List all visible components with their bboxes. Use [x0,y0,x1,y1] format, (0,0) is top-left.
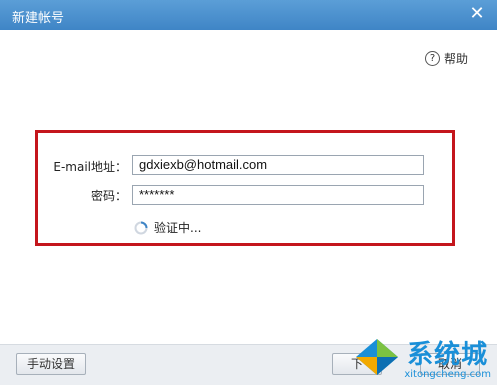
password-field[interactable]: ******* [132,185,424,205]
watermark-text-en: xitongcheng.com [404,369,491,380]
verifying-status: 验证中... [134,219,201,236]
watermark: 系统城 xitongcheng.com [354,334,491,380]
status-text: 验证中... [154,221,202,235]
title-bar: 新建帐号 ✕ [0,0,497,30]
help-link[interactable]: ? 帮助 [424,49,468,67]
manual-setup-button[interactable]: 手动设置 [16,353,86,375]
email-field[interactable]: gdxiexb@hotmail.com [132,155,424,175]
dialog-content: ? 帮助 E-mail地址： gdxiexb@hotmail.com 密码： *… [5,30,492,344]
watermark-text-cn: 系统城 [407,340,489,370]
help-label: 帮助 [443,51,468,66]
window-title: 新建帐号 [12,11,65,26]
loading-spinner-icon [134,221,148,234]
password-label: 密码： [90,189,127,203]
watermark-logo-icon [356,339,399,375]
help-icon: ? [424,50,440,66]
email-label: E-mail地址： [53,160,127,174]
close-icon[interactable]: ✕ [467,4,487,24]
